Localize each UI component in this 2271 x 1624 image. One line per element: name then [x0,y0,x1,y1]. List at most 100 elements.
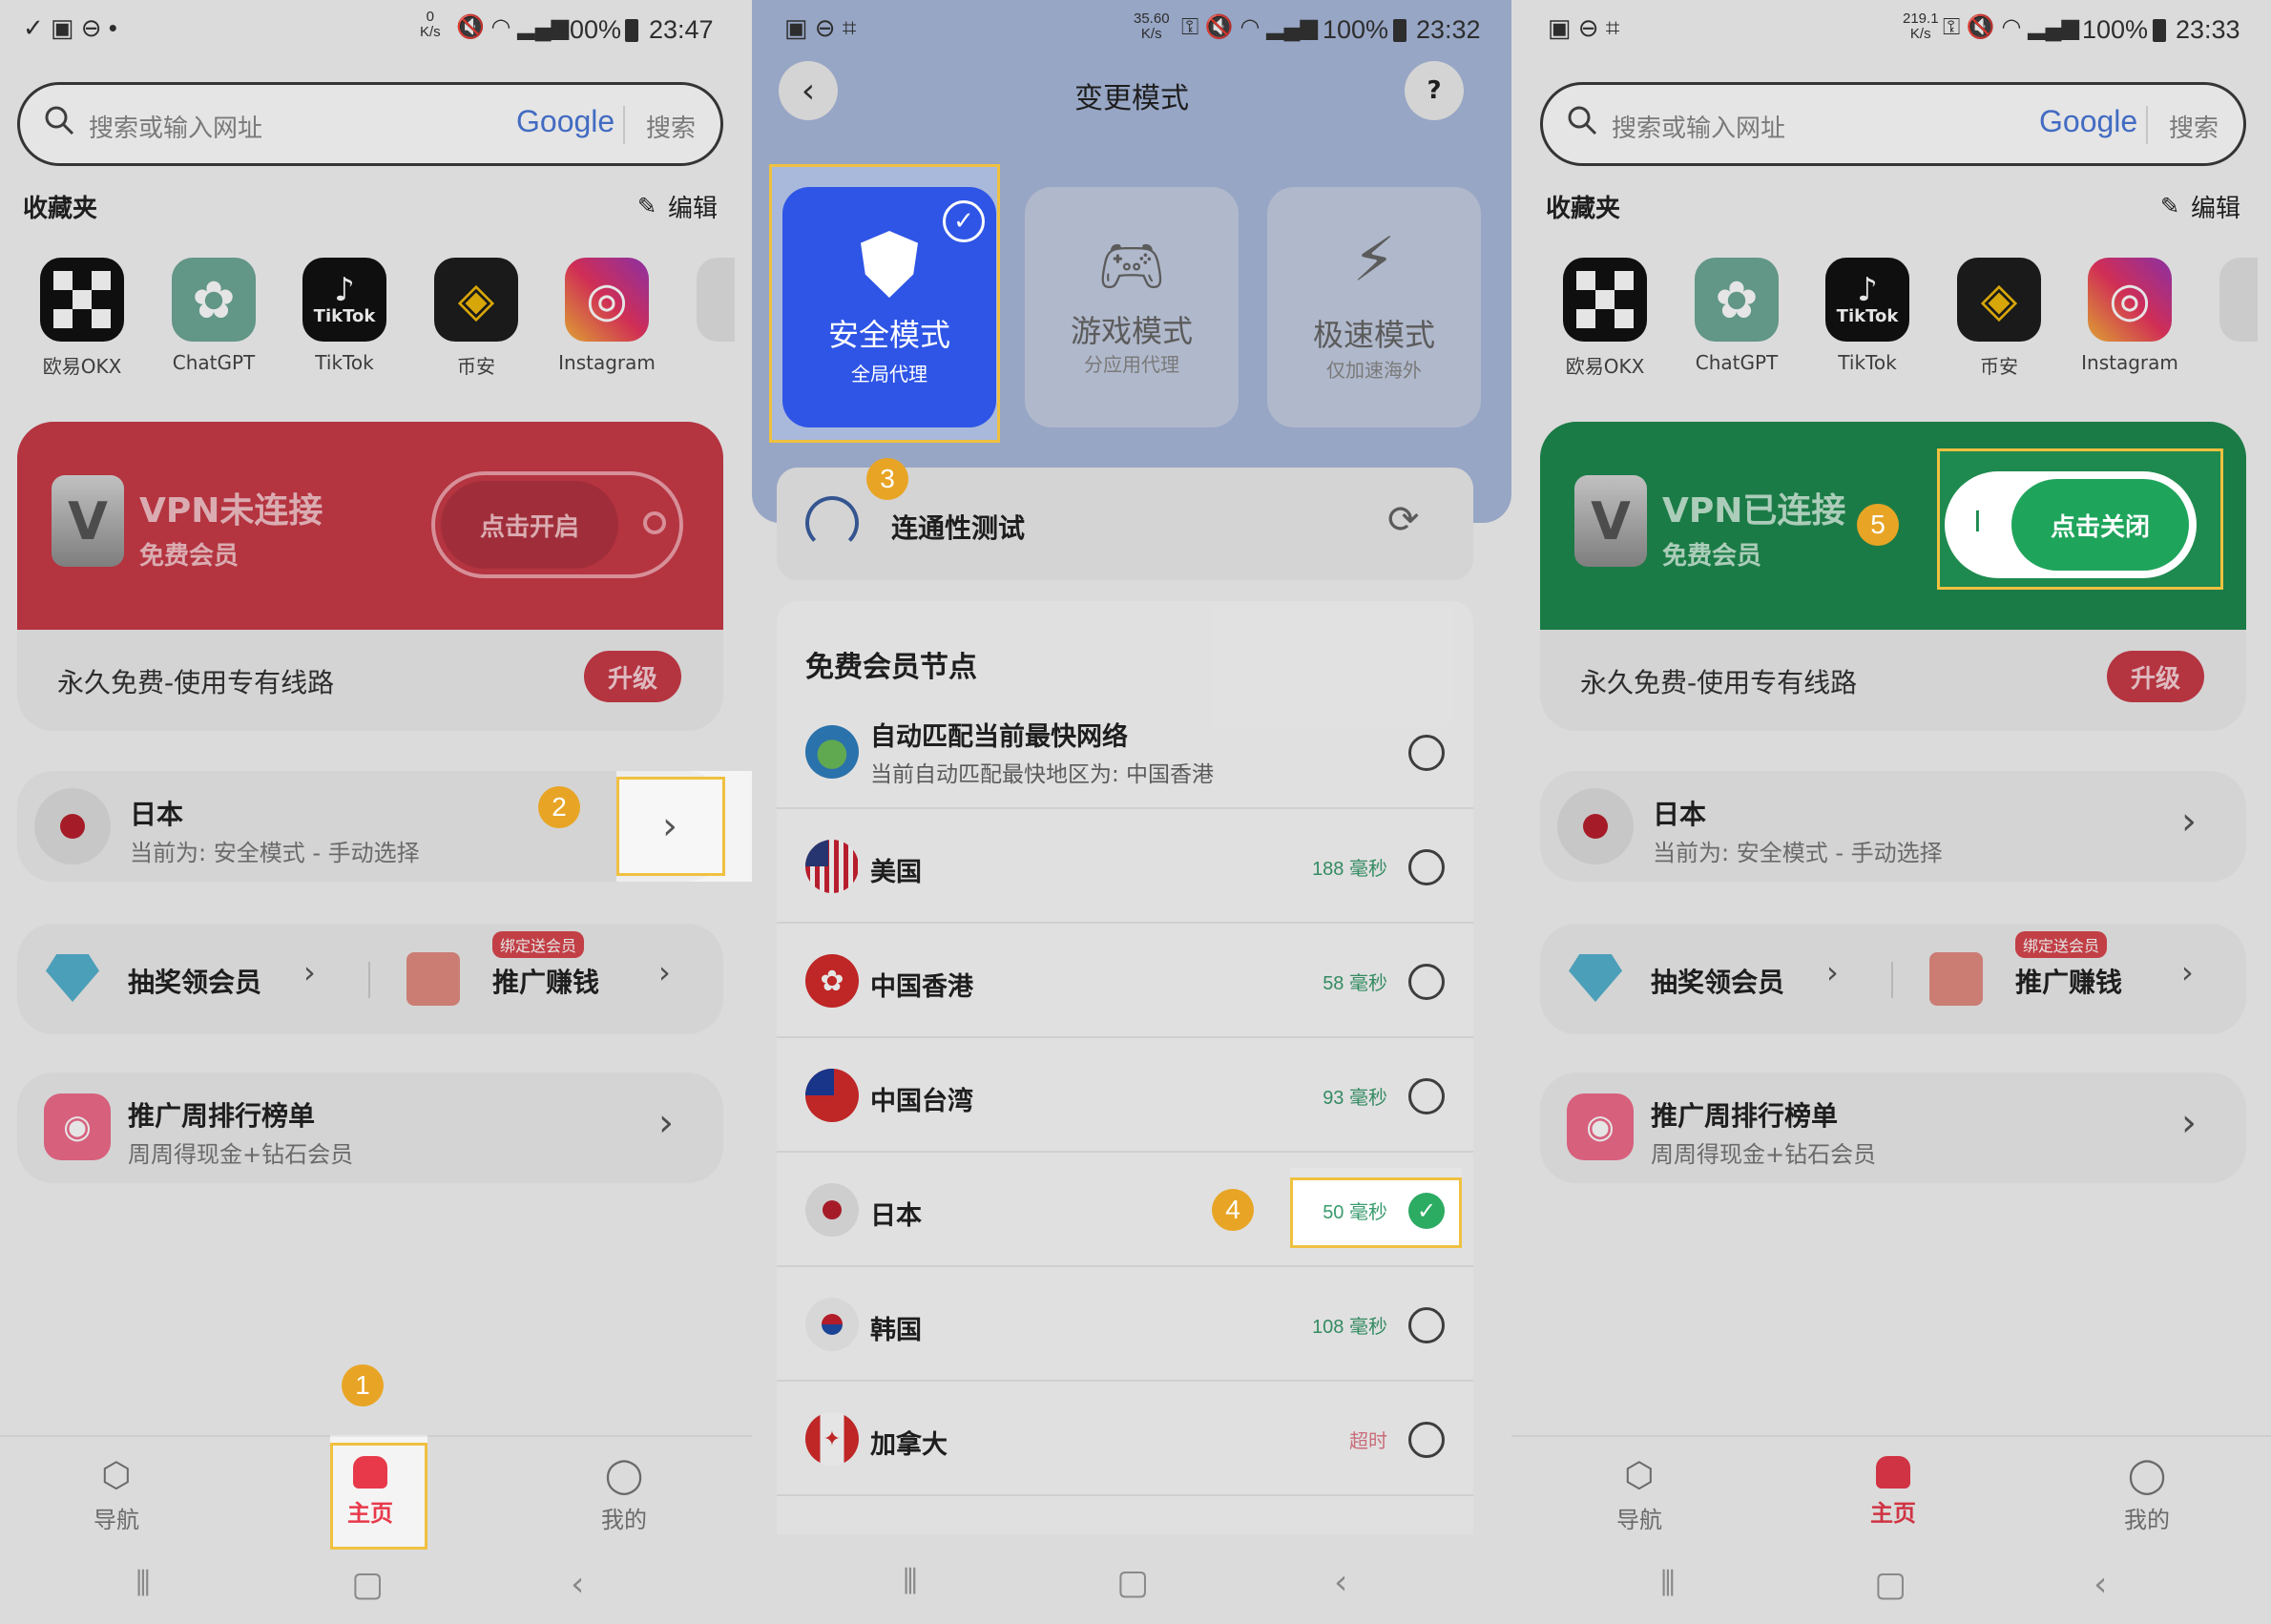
search-input[interactable]: 搜索或输入网址 [1612,109,1785,144]
nav-guide-label: 导航 [94,1507,139,1533]
ranking-chevron-icon[interactable]: › [658,1101,674,1145]
node-latency: 108 毫秒 [1312,1317,1387,1338]
promote-button[interactable]: 推广赚钱 [492,962,599,1000]
chatgpt-icon[interactable]: ✿ [172,258,256,342]
nav-mine[interactable]: ◯ 我的 [2071,1456,2223,1561]
promo-card: 抽奖领会员 › 绑定送会员 推广赚钱 › [1540,924,2246,1034]
battery-text: 100% [2082,15,2149,44]
fav-label-chatgpt: ChatGPT [1695,351,1779,374]
step-badge-1: 1 [342,1364,384,1406]
location-chevron-button[interactable]: › [616,777,723,876]
fav-label-okx: 欧易OKX [1565,355,1645,378]
back-button[interactable]: ‹ [571,1565,584,1604]
node-ca[interactable]: ✦ 加拿大 超时 [777,1382,1473,1496]
okx-icon[interactable] [40,258,124,342]
battery-icon [2153,19,2166,42]
promote-chevron-icon[interactable]: › [2181,954,2194,990]
vpn-toggle-knob[interactable]: 点击关闭 [2011,479,2189,571]
recents-button[interactable]: ⦀ [1660,1565,1676,1605]
edit-icon[interactable]: ✎ [637,193,656,219]
node-radio[interactable] [1408,1422,1445,1458]
search-bar[interactable]: 搜索或输入网址 Google 搜索 [17,82,723,166]
recents-button[interactable]: ⦀ [903,1563,918,1603]
mode-card-game[interactable]: 🎮︎ 游戏模式 分应用代理 [1025,187,1239,427]
lottery-button[interactable]: 抽奖领会员 [1651,962,1784,1000]
panel-home-disconnected: ✓ ▣ ⊖ • 0 K/s 🔇 ◠ ▂▄▆ 100% 23:47 搜索或输入网址 … [0,0,752,1624]
mode-card-safe[interactable]: ✓ 安全模式 全局代理 [782,187,996,427]
okx-icon[interactable] [1563,258,1647,342]
back-button[interactable]: ‹ [2094,1565,2107,1604]
nav-guide[interactable]: ⬡ 导航 [1563,1456,1716,1561]
instagram-icon[interactable]: ◎ [2088,258,2172,342]
node-us[interactable]: 美国 188 毫秒 [777,809,1473,924]
lottery-button[interactable]: 抽奖领会员 [128,962,261,1000]
edit-button[interactable]: 编辑 [668,189,718,224]
shield-icon [861,231,918,298]
nav-guide[interactable]: ⬡ 导航 [40,1456,193,1561]
japan-flag-icon [1557,788,1634,864]
node-radio[interactable] [1408,1078,1445,1114]
recents-button[interactable]: ⦀ [135,1565,151,1605]
ranking-chevron-icon[interactable]: › [2181,1101,2197,1145]
node-jp[interactable]: 日本 50 毫秒 ✓ [777,1153,1473,1267]
ranking-card[interactable]: ◉ 推广周排行榜单 周周得现金+钻石会员 › [1540,1072,2246,1183]
node-kr[interactable]: 韩国 108 毫秒 [777,1267,1473,1382]
divider [623,106,625,144]
node-tw[interactable]: 中国台湾 93 毫秒 [777,1038,1473,1153]
promote-button[interactable]: 推广赚钱 [2015,962,2122,1000]
promo-divider [368,962,370,998]
fav-label-instagram: Instagram [558,351,656,374]
home-button[interactable]: ▢ [1874,1565,1906,1604]
check-icon[interactable]: ✓ [1408,1193,1445,1229]
ranking-icon: ◉ [1567,1093,1634,1160]
lottery-chevron-icon[interactable]: › [1826,954,1839,990]
vpn-toggle[interactable]: 点击开启 [431,471,683,578]
location-chevron-icon[interactable]: › [2181,800,2197,843]
upgrade-button[interactable]: 升级 [2107,651,2204,702]
chatgpt-icon[interactable]: ✿ [1695,258,1779,342]
edit-button[interactable]: 编辑 [2191,189,2240,224]
location-card[interactable]: 日本 当前为: 安全模式 - 手动选择 › [1540,771,2246,882]
promote-chevron-icon[interactable]: › [658,954,671,990]
japan-flag-icon [34,788,111,864]
vpn-toggle[interactable]: I 点击关闭 [1945,471,2197,578]
divider [2146,106,2148,144]
tiktok-icon[interactable]: ♪ TikTok [302,258,386,342]
favorites-title: 收藏夹 [1546,195,1621,223]
more-favorites-hint[interactable] [2219,258,2258,342]
node-radio[interactable] [1408,964,1445,1000]
battery-text: 100% [555,15,622,44]
lottery-chevron-icon[interactable]: › [303,954,316,990]
node-name: 中国香港 [870,972,973,1002]
refresh-icon[interactable]: ⟳ [1387,498,1420,542]
home-button[interactable]: ▢ [351,1565,384,1604]
mode-card-speed[interactable]: ⚡︎ 极速模式 仅加速海外 [1267,187,1481,427]
gift-icon [1929,952,1983,1006]
node-hk[interactable]: ✿ 中国香港 58 毫秒 [777,924,1473,1038]
search-input[interactable]: 搜索或输入网址 [89,109,262,144]
tiktok-icon[interactable]: ♪ TikTok [1825,258,1909,342]
vpn-card: V VPN已连接 免费会员 I 点击关闭 永久免费-使用专有线路 升级 [1540,422,2246,731]
node-radio[interactable] [1408,735,1445,771]
upgrade-button[interactable]: 升级 [584,651,681,702]
check-circle-icon: ✓ [943,200,985,242]
help-button[interactable]: ? [1405,61,1464,120]
node-radio[interactable] [1408,1307,1445,1343]
home-button[interactable]: ▢ [1116,1563,1149,1602]
binance-icon[interactable]: ◈ [1957,258,2041,342]
binance-icon[interactable]: ◈ [434,258,518,342]
vpn-toggle-knob[interactable]: 点击开启 [441,481,618,569]
back-button-system[interactable]: ‹ [1334,1563,1347,1602]
node-auto[interactable]: ● 自动匹配当前最快网络 当前自动匹配最快地区为: 中国香港 [777,695,1473,809]
instagram-icon[interactable]: ◎ [565,258,649,342]
ranking-card[interactable]: ◉ 推广周排行榜单 周周得现金+钻石会员 › [17,1072,723,1183]
search-bar[interactable]: 搜索或输入网址 Google 搜索 [1540,82,2246,166]
more-favorites-hint[interactable] [697,258,735,342]
nav-home[interactable]: 主页 [1817,1456,1969,1561]
node-radio[interactable] [1408,849,1445,885]
edit-icon[interactable]: ✎ [2160,193,2179,219]
search-button[interactable]: 搜索 [646,109,696,144]
search-button[interactable]: 搜索 [2169,109,2219,144]
clock: 23:47 [649,15,714,44]
nav-mine[interactable]: ◯ 我的 [548,1456,700,1561]
